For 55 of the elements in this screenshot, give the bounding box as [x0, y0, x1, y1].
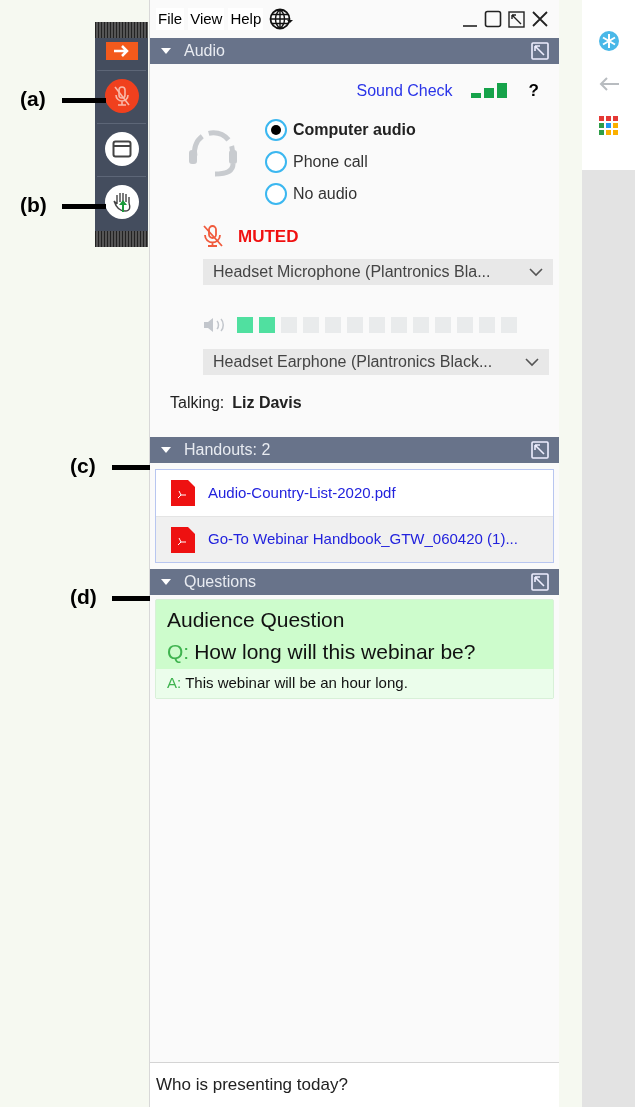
radio-button[interactable] [265, 150, 287, 173]
section-header[interactable]: Handouts: 2 [150, 437, 559, 463]
annotation-label: (c) [70, 455, 96, 476]
window-button[interactable] [104, 132, 139, 166]
pdf-file-icon [170, 525, 196, 554]
section-title: Questions [184, 572, 257, 592]
chevron-down-icon [525, 357, 539, 367]
device-dropdown[interactable]: Headset Microphone (Plantronics Bla... [203, 259, 553, 285]
arrow-icon [112, 45, 131, 57]
radio-button[interactable] [265, 182, 287, 205]
apps-grid-icon[interactable] [598, 116, 619, 136]
answer-label: A: [167, 673, 182, 693]
help-button[interactable]: ? [528, 78, 539, 104]
close-icon[interactable] [531, 10, 549, 28]
chevron-down-icon [529, 267, 543, 277]
radio-button[interactable] [265, 118, 287, 141]
popout-icon[interactable] [508, 10, 525, 28]
signal-bars-icon [470, 81, 509, 100]
muted-microphone-icon [202, 224, 224, 249]
device-dropdown[interactable]: Headset Earphone (Plantronics Black... [203, 349, 549, 375]
section-title: Audio [184, 41, 225, 61]
grip-handle[interactable] [95, 231, 148, 247]
annotation-label: (d) [70, 586, 97, 607]
hand-icon [110, 190, 133, 214]
talking-label: Talking: [170, 393, 225, 413]
question-text: How long will this webinar be? [194, 638, 476, 665]
microphone-icon [111, 85, 132, 107]
radio-label: No audio [293, 183, 358, 204]
annotation-label: (b) [20, 194, 47, 215]
radio-label: Computer audio [293, 119, 416, 140]
microphone-button[interactable] [104, 79, 139, 113]
menu-item[interactable]: File [156, 7, 185, 31]
window-icon [111, 140, 132, 158]
handout-item[interactable]: Go-To Webinar Handbook_GTW_060420 (1)... [156, 516, 553, 562]
collapse-button[interactable] [105, 42, 138, 60]
sound-check-link[interactable]: Sound Check [356, 78, 453, 103]
maximize-icon[interactable] [484, 10, 502, 28]
section-title: Handouts: 2 [184, 440, 271, 460]
section-header[interactable]: Audio [150, 38, 559, 64]
globe-icon [269, 8, 294, 30]
radio-label: Phone call [293, 151, 368, 172]
language-button[interactable] [269, 8, 294, 30]
question-heading: Audience Question [166, 607, 346, 633]
menu-item[interactable]: Help [228, 7, 264, 31]
pdf-file-icon [170, 479, 196, 507]
raise-hand-button[interactable] [104, 185, 139, 219]
menu-item[interactable]: View [188, 7, 225, 31]
question-label: Q: [167, 638, 190, 665]
question-input-field[interactable]: Who is presenting today? [150, 1062, 559, 1107]
answer-text: This webinar will be an hour long. [185, 673, 408, 693]
speaker-name: Liz Davis [232, 393, 302, 413]
section-header[interactable]: Questions [150, 569, 559, 595]
grip-handle[interactable] [95, 22, 148, 38]
annotation-label: (a) [20, 88, 46, 109]
muted-status: MUTED [238, 225, 299, 248]
